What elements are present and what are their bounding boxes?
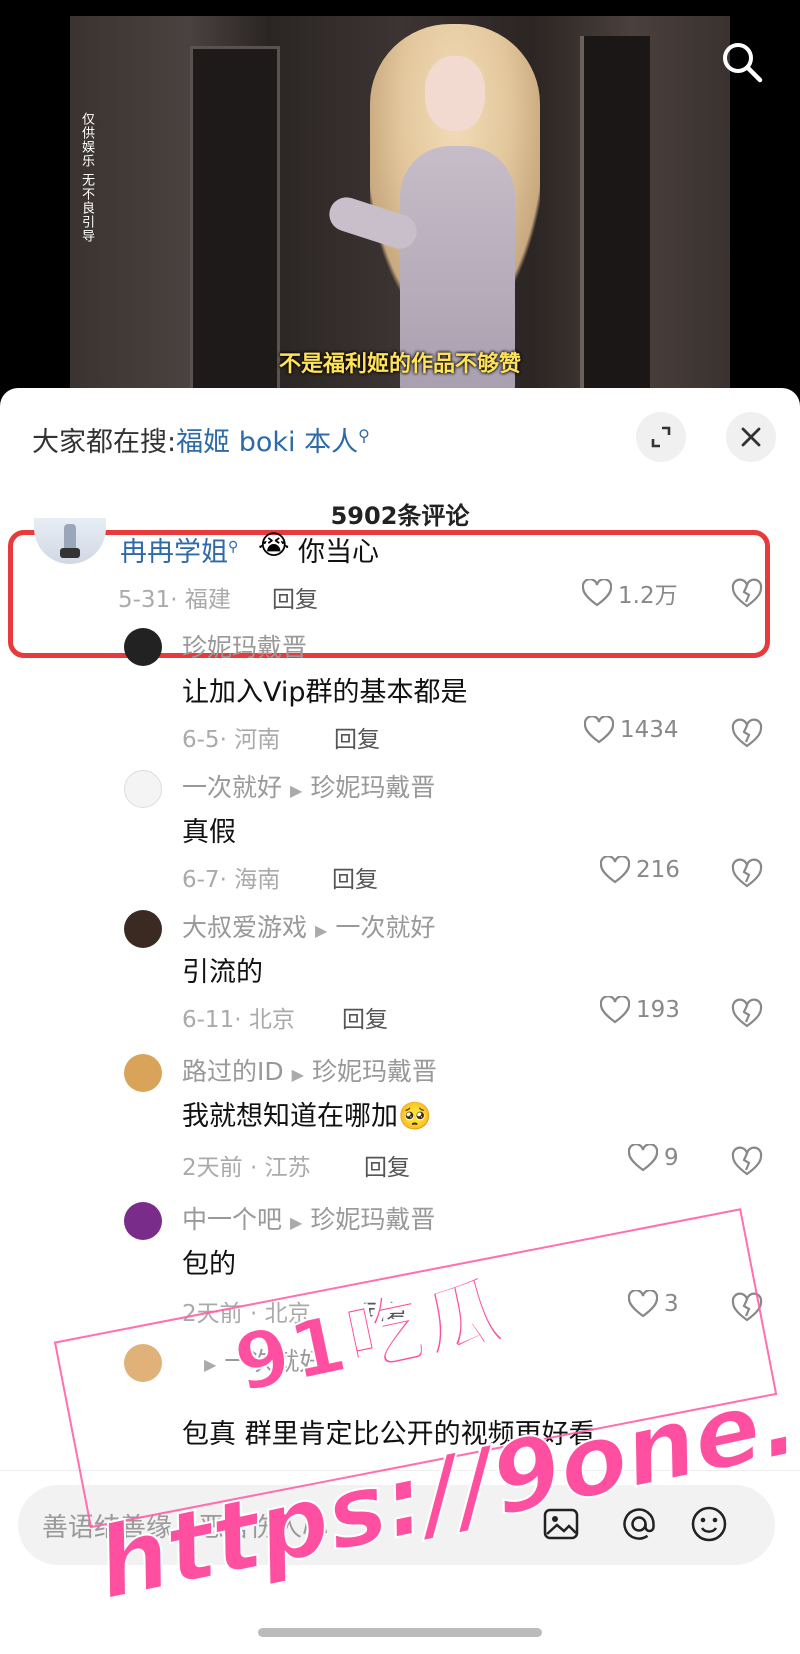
reply-button[interactable]: 回复 xyxy=(364,1148,410,1182)
broken-heart-icon[interactable] xyxy=(730,716,764,750)
like-button[interactable]: 1.2万 xyxy=(582,576,678,610)
crying-emoji-icon: 😭 xyxy=(258,530,290,561)
comment-date: 2天前 xyxy=(182,1155,243,1181)
reply-arrow-icon: ▶ xyxy=(315,921,328,940)
comment-item[interactable]: 大叔爱游戏 ▶ 一次就好 引流的 6-11· 北京 回复 193 xyxy=(0,908,800,1038)
like-count: 9 xyxy=(664,1145,679,1171)
like-button[interactable]: 193 xyxy=(600,996,680,1024)
close-button[interactable] xyxy=(726,412,776,462)
comment-author[interactable]: 冉冉学姐⚲ xyxy=(120,530,238,569)
avatar[interactable] xyxy=(34,518,106,564)
like-button[interactable]: 9 xyxy=(628,1144,679,1172)
broken-heart-icon[interactable] xyxy=(730,576,764,610)
reply-to-name: 珍妮玛戴晋 xyxy=(310,1205,436,1234)
reply-button[interactable]: 回复 xyxy=(272,580,318,614)
comment-item[interactable]: 冉冉学姐⚲ 😭 你当心 5-31· 福建 回复 1.2万 xyxy=(0,518,800,618)
comment-text-body: 我就想知道在哪加 xyxy=(182,1101,398,1132)
reply-button[interactable]: 回复 xyxy=(332,860,378,894)
like-count: 216 xyxy=(636,857,680,883)
comment-item[interactable]: 珍妮玛戴晋 让加入Vip群的基本都是 6-5· 河南 回复 1434 xyxy=(0,628,800,758)
comment-date: 6-11 xyxy=(182,1007,235,1033)
comment-author-name: 中一个吧 xyxy=(182,1205,283,1234)
like-button[interactable]: 216 xyxy=(600,856,680,884)
like-count: 1434 xyxy=(620,717,679,743)
comment-author-name[interactable]: 珍妮玛戴晋 xyxy=(182,628,307,664)
expand-icon xyxy=(651,426,671,448)
search-icon[interactable] xyxy=(718,38,766,86)
avatar[interactable] xyxy=(124,1054,162,1092)
hot-search-bar[interactable]: 大家都在搜:福姬 boki 本人⚲ xyxy=(32,420,370,459)
comment-item[interactable]: 路过的ID ▶ 珍妮玛戴晋 我就想知道在哪加🥺 2天前 · 江苏 回复 9 xyxy=(0,1052,800,1182)
broken-heart-icon[interactable] xyxy=(730,856,764,890)
video-subtitle: 不是福利姬的作品不够赞 xyxy=(278,352,521,377)
reply-to-name: 一次就好 xyxy=(335,913,436,942)
broken-heart-icon[interactable] xyxy=(730,996,764,1030)
comment-author-name: 路过的ID xyxy=(182,1057,284,1086)
reply-arrow-icon: ▶ xyxy=(291,1065,304,1084)
video-door-left xyxy=(190,46,280,396)
hot-search-keyword[interactable]: 福姬 boki 本人 xyxy=(176,427,358,458)
comment-author[interactable]: 一次就好 ▶ 珍妮玛戴晋 xyxy=(182,768,435,804)
comment-text: 让加入Vip群的基本都是 xyxy=(182,677,468,708)
reply-to-name: 珍妮玛戴晋 xyxy=(311,1057,437,1086)
reply-arrow-icon: ▶ xyxy=(290,781,303,800)
reply-to-name: 珍妮玛戴晋 xyxy=(310,773,436,802)
side-caption: 仅供娱乐 无不良引导 xyxy=(79,112,94,244)
comment-meta: 6-11· 北京 xyxy=(182,1007,295,1033)
comment-text: 真假 xyxy=(182,817,236,848)
comment-meta: 5-31· 福建 xyxy=(118,587,231,613)
avatar[interactable] xyxy=(124,1202,162,1240)
comment-date: 6-5 xyxy=(182,727,220,753)
comment-location: 河南 xyxy=(234,727,281,753)
comment-meta: 6-7· 海南 xyxy=(182,867,281,893)
mini-search-icon: ⚲ xyxy=(228,539,239,555)
comment-meta: 6-5· 河南 xyxy=(182,727,281,753)
hot-search-prefix: 大家都在搜: xyxy=(32,427,177,458)
comment-date: 5-31 xyxy=(118,587,171,613)
comment-location: 福建 xyxy=(184,587,231,613)
comment-location: 江苏 xyxy=(264,1155,311,1181)
video-door-right xyxy=(580,36,650,396)
comment-location: 海南 xyxy=(234,867,281,893)
broken-heart-icon[interactable] xyxy=(730,1144,764,1178)
comment-location: 北京 xyxy=(248,1007,295,1033)
reply-button[interactable]: 回复 xyxy=(342,1000,388,1034)
comment-date: 6-7 xyxy=(182,867,220,893)
video-frame xyxy=(70,16,730,400)
comment-text: 包的 xyxy=(182,1249,236,1280)
comment-author-name: 冉冉学姐 xyxy=(120,537,228,568)
expand-button[interactable] xyxy=(636,412,686,462)
mini-search-icon: ⚲ xyxy=(358,426,370,445)
comment-item[interactable]: 一次就好 ▶ 珍妮玛戴晋 真假 6-7· 海南 回复 216 xyxy=(0,768,800,898)
heart-icon xyxy=(582,579,612,607)
avatar[interactable] xyxy=(124,770,162,808)
comment-author-name: 一次就好 xyxy=(182,773,283,802)
heart-icon xyxy=(600,856,630,884)
close-icon xyxy=(741,427,761,447)
comment-author[interactable]: 中一个吧 ▶ 珍妮玛戴晋 xyxy=(182,1200,435,1236)
home-indicator[interactable] xyxy=(258,1628,542,1637)
like-count: 193 xyxy=(636,997,680,1023)
reply-button[interactable]: 回复 xyxy=(334,720,380,754)
heart-icon xyxy=(600,996,630,1024)
heart-icon xyxy=(584,716,614,744)
like-count: 1.2万 xyxy=(618,583,678,609)
comment-author[interactable]: 大叔爱游戏 ▶ 一次就好 xyxy=(182,908,435,944)
avatar[interactable] xyxy=(124,628,162,666)
emoji-icon[interactable] xyxy=(686,1501,732,1547)
comment-text: 你当心 xyxy=(298,537,379,568)
comment-author[interactable]: 路过的ID ▶ 珍妮玛戴晋 xyxy=(182,1052,437,1088)
like-button[interactable]: 1434 xyxy=(584,716,679,744)
pleading-emoji-icon: 🥺 xyxy=(398,1101,432,1132)
comment-text: 我就想知道在哪加🥺 xyxy=(182,1094,432,1133)
heart-icon xyxy=(628,1144,658,1172)
comment-meta: 2天前 · 江苏 xyxy=(182,1155,311,1181)
video-figure-face xyxy=(425,56,485,131)
avatar[interactable] xyxy=(124,910,162,948)
video-player[interactable]: 仅供娱乐 无不良引导 不是福利姬的作品不够赞 xyxy=(0,0,800,400)
reply-arrow-icon: ▶ xyxy=(290,1213,303,1232)
comment-author-name: 大叔爱游戏 xyxy=(182,913,308,942)
comment-text: 引流的 xyxy=(182,957,263,988)
